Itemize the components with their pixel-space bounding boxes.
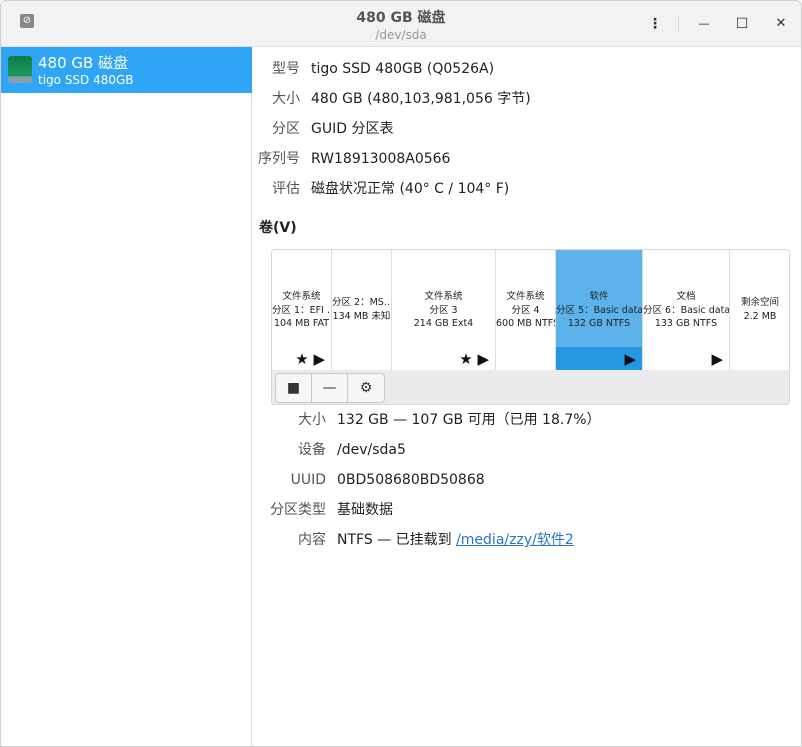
partition-label: 软件分区 5：Basic data… 132 GB NTFS [556,290,642,331]
info-value: tigo SSD 480GB (Q0526A) [311,61,495,77]
partition-label: 文档分区 6：Basic data… 133 GB NTFS [643,290,729,331]
close-button[interactable]: ✕ [769,13,793,35]
detail-row: UUID 0BD508680BD50868 [1,470,801,490]
detail-text: 基础数据 [337,502,393,518]
partition-1[interactable]: 文件系统分区 1：EFI … 104 MB FAT ★ ▶ [272,250,332,370]
detail-text: 0BD508680BD50868 [337,472,485,488]
partition-3[interactable]: 文件系统分区 3 214 GB Ext4 ★ ▶ [392,250,496,370]
detail-label: 分区类型 [270,502,326,518]
detail-label: 设备 [298,442,326,458]
info-label: 序列号 [258,151,300,167]
detail-value: 基础数据 [337,500,393,520]
partition-text: 600 MB NTFS [496,318,555,329]
detail-label: 大小 [298,412,326,428]
partition-5[interactable]: 软件分区 5：Basic data… 132 GB NTFS ▶ [556,250,643,370]
mount-icons: ★ ▶ [459,349,489,368]
minimize-button[interactable]: — [692,13,716,35]
stop-button[interactable]: ■ [276,374,312,402]
window-subtitle: /dev/sda [375,28,427,42]
info-value: RW18913008A0566 [311,151,451,167]
info-label: 分区 [272,121,300,137]
mount-icons: ▶ [711,349,723,368]
detail-text: NTFS — 已挂载到 [337,532,457,548]
partition-text: 分区 5：Basic data… [556,304,642,316]
partition-label: 文件系统分区 4 600 MB NTFS [496,290,555,331]
partition-4[interactable]: 文件系统分区 4 600 MB NTFS [496,250,556,370]
titlebar: ⊘ 480 GB 磁盘 /dev/sda ⋮ — ☐ ✕ [1,1,801,47]
partition-text: 分区 1：EFI … [272,304,331,316]
detail-label: 内容 [298,532,326,548]
mount-point-link[interactable]: /media/zzy/软件2 [456,532,574,548]
partition-text: 分区 4 [511,304,540,316]
detail-value: 132 GB — 107 GB 可用（已用 18.7%） [337,410,601,430]
partition-text: 132 GB NTFS [567,318,631,329]
partition-label: 文件系统分区 1：EFI … 104 MB FAT [272,290,331,331]
detail-row: 分区类型 基础数据 [1,500,801,520]
partition-text: 文件系统 [282,291,321,302]
volumes-heading: 卷(V) [259,220,297,236]
partition-text: 文件系统 [506,291,545,302]
partition-text: 104 MB FAT [273,318,330,329]
mount-icons: ▶ [624,349,636,368]
info-value: 480 GB (480,103,981,056 字节) [311,91,531,107]
partition-text: 剩余空间 [740,297,779,308]
window-title: 480 GB 磁盘 [356,10,446,26]
divider [678,15,679,33]
partition-6[interactable]: 文档分区 6：Basic data… 133 GB NTFS ▶ [643,250,730,370]
detail-row: 设备/dev/sda5 [1,440,801,460]
partition-text: 分区 3 [429,304,458,316]
info-row: 分区 GUID 分区表 [1,119,801,139]
info-label: 型号 [272,61,300,77]
partition-text: 133 GB NTFS [654,318,718,329]
info-row: 大小 480 GB (480,103,981,056 字节) [1,89,801,109]
partition-text: 134 MB 未知 [332,310,391,322]
detail-row: 内容 NTFS — 已挂载到 /media/zzy/软件2 [1,530,801,550]
info-label: 大小 [272,91,300,107]
window: ⊘ 480 GB 磁盘 /dev/sda ⋮ — ☐ ✕ 480 GB 磁盘 t… [0,0,802,747]
info-row: 评估 磁盘状况正常 (40° C / 104° F) [1,179,801,199]
detail-value: 0BD508680BD50868 [337,470,485,490]
detail-row: 大小 132 GB — 107 GB 可用（已用 18.7%） [1,410,801,430]
menu-icon[interactable]: ⋮ [643,13,667,35]
partition-label: 分区 2：MS… 134 MB 未知 [332,296,391,323]
maximize-button[interactable]: ☐ [730,13,754,35]
delete-partition-button[interactable]: — [312,374,348,402]
info-label: 评估 [272,181,300,197]
partition-2[interactable]: 分区 2：MS… 134 MB 未知 [332,250,392,370]
detail-value: /dev/sda5 [337,440,406,460]
info-row: 序列号 RW18913008A0566 [1,149,801,169]
volume-toolbar: ■ — ⚙ [275,373,385,403]
info-value: GUID 分区表 [311,121,394,137]
partition-text: 2.2 MB [743,310,777,322]
partition-text: 文件系统 [424,291,463,302]
partition-text: 分区 6：Basic data… [643,304,729,316]
partition-text: 软件 [589,291,609,302]
detail-text: /dev/sda5 [337,442,406,458]
settings-button[interactable]: ⚙ [348,374,384,402]
partition-label: 剩余空间 2.2 MB [730,296,789,323]
info-value: 磁盘状况正常 (40° C / 104° F) [311,181,510,197]
partition-text: 分区 2：MS… [332,297,391,308]
partition-7[interactable]: 剩余空间 2.2 MB [730,250,789,370]
partition-map: 文件系统分区 1：EFI … 104 MB FAT ★ ▶ 分区 2：MS… 134 M… [271,249,790,405]
partition-text: 214 GB Ext4 [413,318,474,329]
detail-text: 132 GB — 107 GB 可用（已用 18.7%） [337,412,601,428]
mount-icons: ★ ▶ [295,349,325,368]
partition-text: 文档 [676,291,696,302]
info-row: 型号 tigo SSD 480GB (Q0526A) [1,59,801,79]
partition-label: 文件系统分区 3 214 GB Ext4 [392,290,495,331]
detail-label: UUID [290,472,326,488]
detail-value: NTFS — 已挂载到 /media/zzy/软件2 [337,530,574,550]
